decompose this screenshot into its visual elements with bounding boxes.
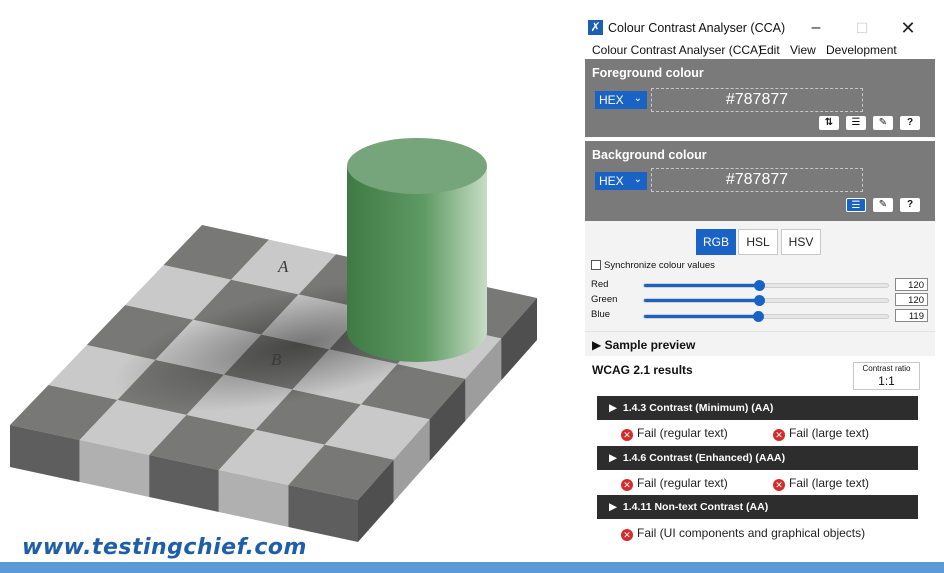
green-cylinder [347,138,487,362]
criterion-1-4-3-toggle[interactable]: ▶ 1.4.3 Contrast (Minimum) (AA) [597,396,918,420]
result-text: Fail (UI components and graphical object… [637,526,866,540]
window-title: Colour Contrast Analyser (CCA) [608,21,786,35]
sync-label: Synchronize colour values [604,260,715,271]
green-value-input[interactable]: 120 [895,293,928,306]
eyedropper-icon[interactable]: ✎ [873,116,893,130]
fail-icon: ✕ [773,429,785,441]
swap-colours-icon[interactable]: ⇅ [819,116,839,130]
foreground-panel: Foreground colour HEX ⌄ #787877 ⇅ ☰ ✎ ? [585,59,935,137]
background-hex-input[interactable]: #787877 [651,168,863,192]
expand-triangle-icon: ▶ [609,501,623,513]
menu-development[interactable]: Development [826,43,897,57]
red-label: Red [591,279,609,290]
foreground-hex-input[interactable]: #787877 [651,88,863,112]
result-1-4-6-regular: ✕ Fail (regular text) [621,476,728,491]
website-url: www.testingchief.com [22,535,307,560]
square-b-label: B [271,350,282,369]
result-text: Fail (large text) [789,476,870,490]
title-bar: ✗ Colour Contrast Analyser (CCA) – ☐ ✕ [585,14,935,42]
criterion-1-4-6-toggle[interactable]: ▶ 1.4.6 Contrast (Enhanced) (AAA) [597,446,918,470]
sliders-icon[interactable]: ☰ [846,116,866,130]
result-1-4-3-large: ✕ Fail (large text) [773,426,869,441]
criterion-title: 1.4.3 Contrast (Minimum) (AA) [622,402,774,414]
foreground-title: Foreground colour [592,66,704,80]
cca-window: ✗ Colour Contrast Analyser (CCA) – ☐ ✕ C… [585,14,935,562]
red-value-input[interactable]: 120 [895,278,928,291]
background-format-value: HEX [599,174,624,188]
checker-shadow-illustration: A B [10,138,537,542]
background-title: Background colour [592,148,707,162]
red-slider-thumb[interactable] [753,280,765,291]
blue-label: Blue [591,309,611,320]
blue-value-input[interactable]: 119 [895,309,928,322]
result-1-4-3-regular: ✕ Fail (regular text) [621,426,728,441]
expand-triangle-icon: ▶ [592,338,605,352]
square-a-label: A [277,257,289,276]
sliders-icon[interactable]: ☰ [846,198,866,212]
minimize-button[interactable]: – [805,18,827,38]
close-button[interactable]: ✕ [897,18,919,38]
menu-view[interactable]: View [790,43,816,57]
fail-icon: ✕ [621,429,633,441]
help-icon[interactable]: ? [900,116,920,130]
result-1-4-6-large: ✕ Fail (large text) [773,476,869,491]
fail-icon: ✕ [773,479,785,491]
criterion-title: 1.4.6 Contrast (Enhanced) (AAA) [622,452,786,464]
eyedropper-icon[interactable]: ✎ [873,198,893,212]
bottom-accent-bar [0,562,944,573]
chevron-down-icon: ⌄ [633,174,642,185]
menu-bar: Colour Contrast Analyser (CCA) Edit View… [585,41,935,59]
result-1-4-11-ui: ✕ Fail (UI components and graphical objec… [621,526,865,541]
fail-icon: ✕ [621,479,633,491]
green-slider-thumb[interactable] [753,295,765,306]
blue-slider-thumb[interactable] [752,311,764,322]
menu-app[interactable]: Colour Contrast Analyser (CCA) [592,43,762,57]
tab-rgb[interactable]: RGB [696,229,736,255]
foreground-format-select[interactable]: HEX ⌄ [595,91,647,109]
sync-colour-values[interactable]: Synchronize colour values [591,260,715,271]
foreground-format-value: HEX [599,93,624,107]
help-icon[interactable]: ? [900,198,920,212]
colour-picker-area: RGB HSL HSV Synchronize colour values Re… [585,221,935,331]
expand-triangle-icon: ▶ [609,452,623,464]
red-slider[interactable] [643,280,889,291]
maximize-button[interactable]: ☐ [851,18,873,38]
sync-checkbox[interactable] [591,260,601,271]
result-text: Fail (regular text) [637,476,728,490]
expand-triangle-icon: ▶ [609,402,623,414]
tab-hsl[interactable]: HSL [738,229,778,255]
criterion-title: 1.4.11 Non-text Contrast (AA) [622,501,769,513]
contrast-ratio-box: Contrast ratio 1:1 [853,362,920,390]
tab-hsv[interactable]: HSV [781,229,821,255]
green-label: Green [591,294,618,305]
criterion-1-4-11-toggle[interactable]: ▶ 1.4.11 Non-text Contrast (AA) [597,495,918,519]
wcag-results-title: WCAG 2.1 results [592,363,693,377]
contrast-ratio-label: Contrast ratio [862,364,911,373]
sample-preview-toggle[interactable]: ▶ Sample preview [585,331,935,356]
background-format-select[interactable]: HEX ⌄ [595,172,647,190]
green-slider[interactable] [643,295,889,306]
result-text: Fail (large text) [789,426,870,440]
sample-preview-label: Sample preview [604,338,696,352]
contrast-ratio-value: 1:1 [878,374,895,388]
background-panel: Background colour HEX ⌄ #787877 ☰ ✎ ? [585,141,935,221]
chevron-down-icon: ⌄ [633,93,642,104]
cca-app-icon: ✗ [588,20,603,35]
fail-icon: ✕ [621,529,633,541]
menu-edit[interactable]: Edit [759,43,780,57]
blue-slider[interactable] [643,311,889,322]
result-text: Fail (regular text) [637,426,728,440]
